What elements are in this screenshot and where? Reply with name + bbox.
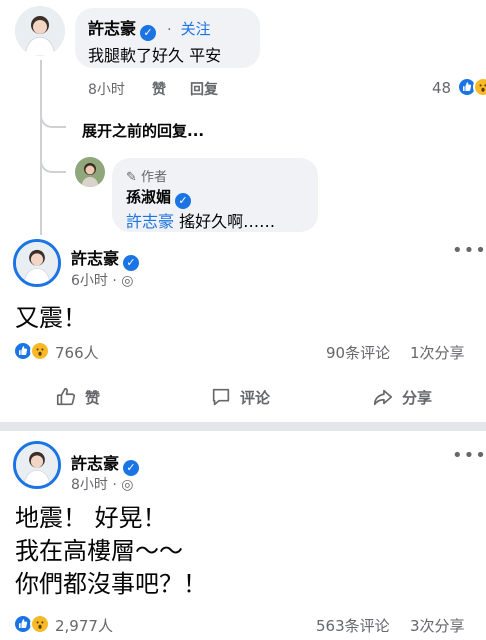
comment-text: 我腿軟了好久 平安 — [88, 46, 222, 65]
wow-reaction-icon — [30, 341, 50, 361]
reply-header: 孫淑媚 ✓ — [126, 186, 192, 209]
share-arrow-icon — [373, 389, 393, 406]
post2-meta: 8小时 · ◎ — [71, 477, 134, 493]
comment-bubble-icon — [212, 388, 230, 406]
comment-reaction-count[interactable]: 48 — [432, 79, 451, 97]
follow-button[interactable]: 关注 — [181, 20, 211, 38]
wow-reaction-icon — [473, 77, 486, 97]
reply-text-row: 許志豪 搖好久啊…… — [126, 208, 275, 232]
post1-more-button[interactable]: ••• — [452, 240, 486, 261]
comment-time: 8小时 — [88, 82, 125, 98]
wow-reaction-icon — [30, 614, 50, 634]
post1-time[interactable]: 6小时 — [71, 273, 108, 289]
post1-avatar[interactable] — [13, 239, 61, 287]
post1-share-button[interactable]: 分享 — [372, 386, 432, 408]
dot-separator: · — [167, 22, 172, 38]
verified-check-icon: ✓ — [123, 255, 140, 271]
thread-line-branch-1 — [40, 110, 66, 128]
verified-check-icon: ✓ — [140, 25, 157, 41]
author-badge-label: 作者 — [141, 170, 168, 185]
thumbs-up-icon — [56, 387, 76, 406]
pen-icon: ✎ — [126, 170, 137, 185]
expand-previous-replies[interactable]: 展开之前的回复... — [82, 120, 204, 141]
globe-icon: ◎ — [121, 273, 134, 289]
post1-meta: 6小时 · ◎ — [71, 273, 134, 289]
comment-like-button[interactable]: 赞 — [152, 79, 166, 99]
post-divider — [0, 422, 486, 431]
comment-reply-button[interactable]: 回复 — [190, 79, 218, 99]
like-label: 赞 — [85, 388, 101, 407]
post1-like-button[interactable]: 赞 — [55, 386, 100, 408]
post1-author[interactable]: 許志豪 — [71, 249, 119, 268]
post2-share-count[interactable]: 3次分享 — [410, 615, 465, 636]
post1-text: 又震！ — [15, 304, 87, 332]
verified-check-icon: ✓ — [175, 193, 192, 209]
post2-text-line-1: 地震！ 好晃！ — [15, 504, 167, 532]
post1-share-count[interactable]: 1次分享 — [410, 342, 465, 363]
reply-avatar[interactable] — [75, 157, 105, 187]
share-label: 分享 — [402, 388, 433, 407]
post2-text-line-2: 我在高樓層～～ — [15, 537, 183, 565]
post2-text-line-3: 你們都沒事吧？！ — [15, 570, 207, 598]
reply-author[interactable]: 孫淑媚 — [126, 188, 171, 206]
post2-text: 地震！ 好晃！ 我在高樓層～～ 你們都沒事吧？！ — [15, 502, 207, 601]
post2-author[interactable]: 許志豪 — [71, 454, 119, 473]
thread-line-branch-2 — [40, 155, 66, 173]
reply-text: 搖好久啊…… — [179, 212, 276, 231]
post1-reaction-count[interactable]: 766人 — [55, 342, 99, 363]
post1-comment-button[interactable]: 评论 — [210, 386, 270, 408]
comment-header: 許志豪 ✓ · 关注 — [88, 15, 211, 41]
comment-avatar[interactable] — [15, 6, 65, 56]
thread-line-main — [40, 60, 42, 235]
comment-label: 评论 — [240, 388, 271, 407]
post2-time[interactable]: 8小时 — [71, 477, 108, 493]
post2-avatar[interactable] — [13, 441, 61, 489]
comment-author[interactable]: 許志豪 — [88, 19, 136, 38]
author-badge: ✎ 作者 — [126, 166, 167, 185]
reply-mention[interactable]: 許志豪 — [126, 212, 174, 231]
post2-comment-count[interactable]: 563条评论 — [316, 615, 390, 636]
post2-author-row: 許志豪 ✓ — [71, 450, 140, 476]
post1-comment-count[interactable]: 90条评论 — [326, 342, 390, 363]
post2-more-button[interactable]: ••• — [452, 445, 486, 466]
post2-reaction-count[interactable]: 2,977人 — [55, 615, 113, 636]
post1-author-row: 許志豪 ✓ — [71, 245, 140, 271]
globe-icon: ◎ — [121, 477, 134, 493]
